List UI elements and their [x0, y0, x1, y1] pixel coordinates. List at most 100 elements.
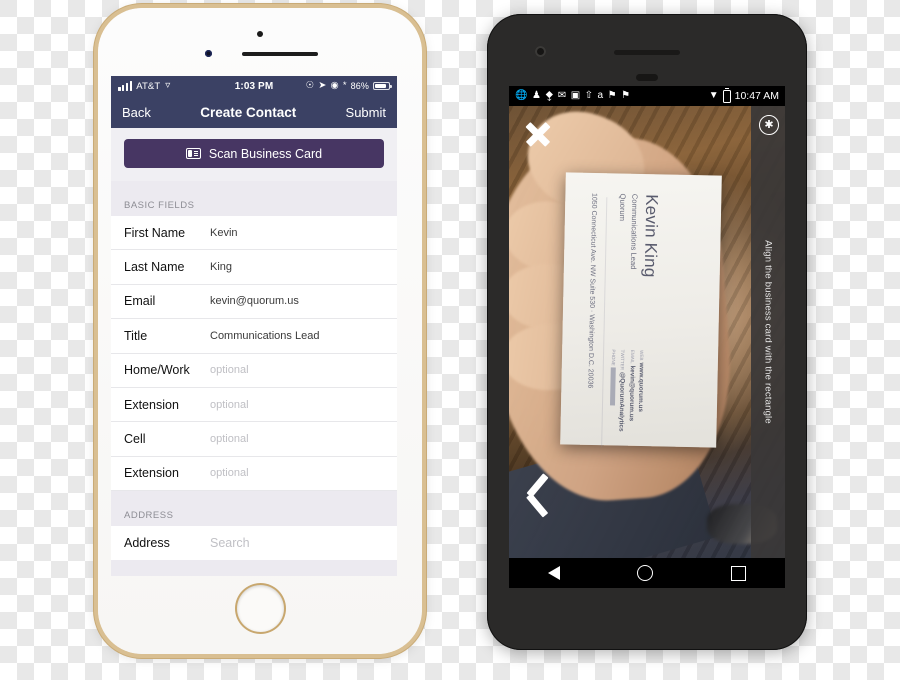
page-title: Create Contact — [200, 104, 297, 120]
nav-back-triangle-icon[interactable] — [547, 566, 560, 580]
field-label: Last Name — [124, 260, 185, 275]
chevron-left-icon[interactable] — [525, 473, 559, 524]
field-value[interactable]: kevin@quorum.us — [210, 295, 299, 307]
screenshot-icon: ▣ — [570, 90, 581, 101]
rotation-lock-icon: ◉ — [330, 80, 339, 92]
business-card: Kevin King Communications Lead Quorum 10… — [560, 172, 722, 448]
close-icon[interactable] — [521, 116, 555, 150]
section-header-basic-fields: BASIC FIELDS — [111, 181, 397, 216]
back-button[interactable]: Back — [122, 105, 151, 120]
ios-status-right: ☉ ➤ ◉ * 86% — [305, 80, 392, 92]
shield-icon: ⧪ — [545, 90, 554, 101]
card-contact-twitter: TWITTER@QuorumAnalytics — [616, 350, 627, 432]
battery-icon — [373, 81, 392, 91]
battery-percent-label: 86% — [350, 81, 369, 91]
field-row-extension-1[interactable]: Extension optional — [111, 388, 397, 423]
card-org: Quorum — [617, 193, 628, 222]
field-label: Email — [124, 294, 156, 309]
iphone-sensor-icon — [205, 50, 212, 57]
signal-bars-icon — [118, 81, 133, 91]
field-row-email[interactable]: Email kevin@quorum.us — [111, 285, 397, 320]
card-contact-block: WEBwww.quorum.us EMAILkevin@quorum.us TW… — [607, 349, 646, 432]
ios-status-bar: AT&T ▿ 1:03 PM ☉ ➤ ◉ * 86% — [111, 76, 397, 96]
android-sensor-icon — [636, 74, 658, 81]
field-row-title[interactable]: Title Communications Lead — [111, 319, 397, 354]
address-search-input[interactable]: Search — [210, 536, 250, 550]
card-title: Communications Lead — [628, 193, 640, 270]
list-bottom-spacer — [111, 560, 397, 576]
scan-button-label: Scan Business Card — [208, 146, 323, 161]
ios-form-body: Scan Business Card BASIC FIELDS First Na… — [111, 128, 397, 576]
field-row-cell[interactable]: Cell optional — [111, 422, 397, 457]
field-value[interactable]: Communications Lead — [210, 330, 319, 342]
field-label: First Name — [124, 225, 186, 240]
field-label: Cell — [124, 432, 146, 447]
iphone-device: AT&T ▿ 1:03 PM ☉ ➤ ◉ * 86% Back Create C… — [98, 8, 422, 654]
card-address: 1050 Connecticut Ave. NW Suite 530 · Was… — [586, 192, 598, 389]
bluetooth-icon: * — [342, 80, 347, 92]
field-value[interactable]: King — [210, 261, 232, 273]
field-value[interactable]: Kevin — [210, 227, 238, 239]
iphone-earpiece-speaker — [242, 52, 318, 56]
basic-fields-list: First Name Kevin Last Name King Email ke… — [111, 216, 397, 492]
ios-navigation-bar: Back Create Contact Submit — [111, 96, 397, 128]
scan-business-card-button[interactable]: Scan Business Card — [124, 139, 384, 168]
nav-recents-square-icon[interactable] — [731, 565, 747, 581]
section-header-address: ADDRESS — [111, 491, 397, 527]
upload-icon: ⇧ — [584, 90, 594, 101]
location-arrow-icon: ➤ — [318, 80, 327, 92]
field-row-home-work[interactable]: Home/Work optional — [111, 354, 397, 388]
android-clock: 10:47 AM — [734, 90, 779, 102]
android-screen: 🌐 ♟ ⧪ ✉ ▣ ⇧ a ⚑ ⚑ ▼ 10:47 AM Kevin King … — [509, 86, 785, 588]
field-row-first-name[interactable]: First Name Kevin — [111, 216, 397, 251]
contact-icon: ♟ — [531, 90, 541, 101]
card-contact-value: kevin@quorum.us — [627, 365, 636, 422]
android-navigation-bar — [509, 558, 785, 588]
card-contact-label: TWITTER — [619, 349, 626, 371]
nav-home-circle-icon[interactable] — [637, 565, 654, 581]
alarm-icon: ☉ — [305, 80, 315, 92]
contact-card-icon — [185, 148, 201, 159]
camera-hint-text: Align the business card with the rectang… — [762, 240, 774, 424]
iphone-screen: AT&T ▿ 1:03 PM ☉ ➤ ◉ * 86% Back Create C… — [111, 76, 397, 576]
field-placeholder[interactable]: optional — [210, 467, 249, 479]
flag-icon: ⚑ — [621, 90, 631, 101]
card-name: Kevin King — [640, 194, 662, 278]
field-placeholder[interactable]: optional — [210, 364, 249, 376]
field-label: Extension — [124, 397, 179, 412]
card-contact-label: EMAIL — [629, 349, 635, 364]
card-contact-value: www.quorum.us — [636, 362, 645, 413]
field-row-address[interactable]: Address Search — [111, 526, 397, 561]
scan-button-container: Scan Business Card — [111, 128, 397, 181]
gmail-icon: ✉ — [557, 90, 567, 101]
android-status-bar: 🌐 ♟ ⧪ ✉ ▣ ⇧ a ⚑ ⚑ ▼ 10:47 AM — [509, 86, 785, 106]
iphone-front-camera-icon — [257, 31, 263, 37]
screenshot-canvas: AT&T ▿ 1:03 PM ☉ ➤ ◉ * 86% Back Create C… — [0, 0, 900, 680]
camera-viewfinder[interactable]: Kevin King Communications Lead Quorum 10… — [509, 106, 785, 558]
android-status-right: ▼ 10:47 AM — [708, 87, 779, 103]
flash-off-icon[interactable]: ✱ — [759, 115, 779, 135]
iphone-home-button[interactable] — [236, 585, 284, 632]
wifi-icon: ▼ — [708, 90, 719, 101]
flag-icon: ⚑ — [607, 90, 617, 101]
field-placeholder[interactable]: optional — [210, 399, 249, 411]
browser-icon: 🌐 — [515, 90, 528, 101]
card-contact-web: WEBwww.quorum.us — [635, 350, 646, 432]
card-contact-label: WEB — [638, 349, 645, 361]
battery-icon — [722, 87, 731, 103]
wifi-icon: ▿ — [165, 80, 171, 91]
redacted-phone — [609, 367, 617, 406]
carrier-label: AT&T — [136, 80, 161, 92]
address-fields-list: Address Search — [111, 526, 397, 561]
field-placeholder[interactable]: optional — [210, 433, 249, 445]
camera-hint-sidebar: ✱ Align the business card with the recta… — [751, 106, 785, 558]
android-earpiece-speaker — [614, 50, 680, 55]
field-label: Extension — [124, 466, 179, 481]
submit-button[interactable]: Submit — [346, 105, 386, 120]
field-row-last-name[interactable]: Last Name King — [111, 250, 397, 285]
amazon-icon: a — [597, 90, 604, 101]
card-contact-value: @QuorumAnalytics — [617, 371, 626, 432]
card-contact-label: PHONE — [610, 349, 616, 366]
field-label: Address — [124, 535, 170, 550]
field-row-extension-2[interactable]: Extension optional — [111, 457, 397, 492]
